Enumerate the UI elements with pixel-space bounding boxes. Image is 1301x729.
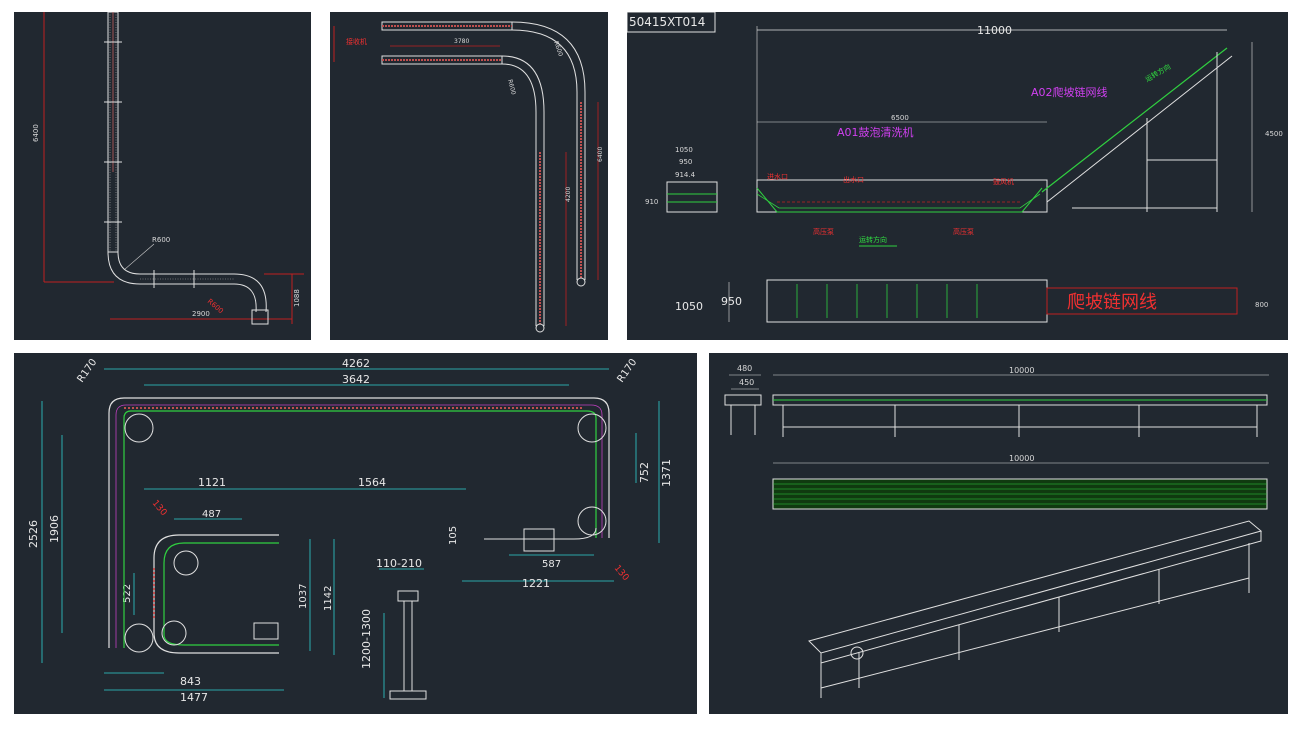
- label-red-machine: 接收机: [346, 37, 367, 46]
- dim-587: 587: [542, 559, 561, 570]
- dim-right-height: 6400: [597, 147, 604, 162]
- dim-plan-800: 800: [1255, 301, 1268, 309]
- dim-total-length: 11000: [977, 24, 1012, 37]
- dim-bend-a: R600: [552, 40, 564, 57]
- dim-1221: 1221: [522, 577, 550, 590]
- dim-130-right: 130: [612, 564, 631, 584]
- dim-130-left: 130: [150, 499, 169, 519]
- label-pump-right: 高压泵: [953, 227, 974, 236]
- l-conveyor-svg: 6400 2900 1088 R600 R600: [32, 12, 304, 325]
- dim-height-left: 6400: [32, 124, 40, 142]
- dim-1200-1300: 1200-1300: [360, 609, 373, 669]
- dim-1564: 1564: [358, 476, 386, 489]
- dim-1142: 1142: [323, 586, 334, 611]
- washer-line-svg: 50415XT014 11000 6500 A01鼓泡清洗机 A02爬坡链网线 …: [627, 12, 1283, 323]
- incline-conveyor-svg: 接收机 R600 R600 3780 6400 4200: [333, 21, 604, 333]
- flat-conveyor-svg: 480 450 10000 10000: [724, 364, 1269, 698]
- label-a02-incline: A02爬坡链网线: [1031, 85, 1108, 99]
- label-run-direction-incline: 运转方向: [1144, 62, 1173, 84]
- dim-1037: 1037: [298, 584, 309, 609]
- label-blower: 鼓风机: [993, 177, 1014, 186]
- dim-914: 914.4: [675, 171, 696, 179]
- dim-bend-radius: R600: [152, 236, 170, 244]
- dim-910: 910: [645, 198, 658, 206]
- dim-top-length: 10000: [1009, 366, 1034, 375]
- dim-washer-length: 6500: [891, 114, 909, 122]
- drawing-number: 50415XT014: [629, 15, 705, 29]
- dim-plan-1050: 1050: [675, 300, 703, 313]
- dim-487: 487: [202, 509, 221, 520]
- label-inlet: 进水口: [767, 172, 788, 181]
- drawing-panel-long-flat-conveyor: 480 450 10000 10000: [709, 353, 1288, 714]
- dim-right-outer: 1371: [660, 459, 673, 487]
- dim-plan-length: 10000: [1009, 454, 1034, 463]
- dim-radius-left: R170: [75, 357, 99, 385]
- drawing-panel-l-shaped-conveyor: 6400 2900 1088 R600 R600: [14, 12, 311, 340]
- dim-width-480: 480: [737, 364, 752, 373]
- dim-mid-height: 4200: [565, 187, 572, 202]
- dim-width-450: 450: [739, 378, 754, 387]
- dim-bend-b: R600: [506, 79, 517, 96]
- dim-1121: 1121: [198, 476, 226, 489]
- label-pump-left: 高压泵: [813, 227, 834, 236]
- dim-top-length: 3780: [454, 38, 469, 45]
- drawing-panel-incline-conveyor: 接收机 R600 R600 3780 6400 4200: [330, 12, 608, 340]
- label-plan-incline-line: 爬坡链网线: [1067, 292, 1157, 313]
- dim-bottom-length: 2900: [192, 310, 210, 318]
- dim-110-210: 110-210: [376, 557, 422, 570]
- dim-843: 843: [180, 675, 201, 688]
- dim-950: 950: [679, 158, 692, 166]
- dim-105: 105: [448, 526, 459, 545]
- label-outlet: 出水口: [843, 175, 864, 184]
- dim-radius-right: R170: [615, 357, 639, 385]
- dim-height-right: 4500: [1265, 130, 1283, 138]
- drawing-panel-washer-line: 50415XT014 11000 6500 A01鼓泡清洗机 A02爬坡链网线 …: [627, 12, 1288, 340]
- label-a01-washer: A01鼓泡清洗机: [837, 125, 914, 139]
- dim-right-height: 1088: [293, 289, 301, 307]
- u-loop-svg: R170 R170 4262 3642 2526 1906 1371 752 1…: [27, 357, 673, 704]
- dim-right-inner: 752: [638, 462, 651, 483]
- dim-1050: 1050: [675, 146, 693, 154]
- dim-top-inner: 3642: [342, 373, 370, 386]
- drawing-panel-u-loop-conveyor: R170 R170 4262 3642 2526 1906 1371 752 1…: [14, 353, 697, 714]
- dim-plan-950: 950: [721, 295, 742, 308]
- dim-1477: 1477: [180, 691, 208, 704]
- label-run-direction: 运转方向: [859, 235, 887, 244]
- dim-top-outer: 4262: [342, 357, 370, 370]
- dim-left-inner: 1906: [48, 515, 61, 543]
- dim-left-outer: 2526: [27, 520, 40, 548]
